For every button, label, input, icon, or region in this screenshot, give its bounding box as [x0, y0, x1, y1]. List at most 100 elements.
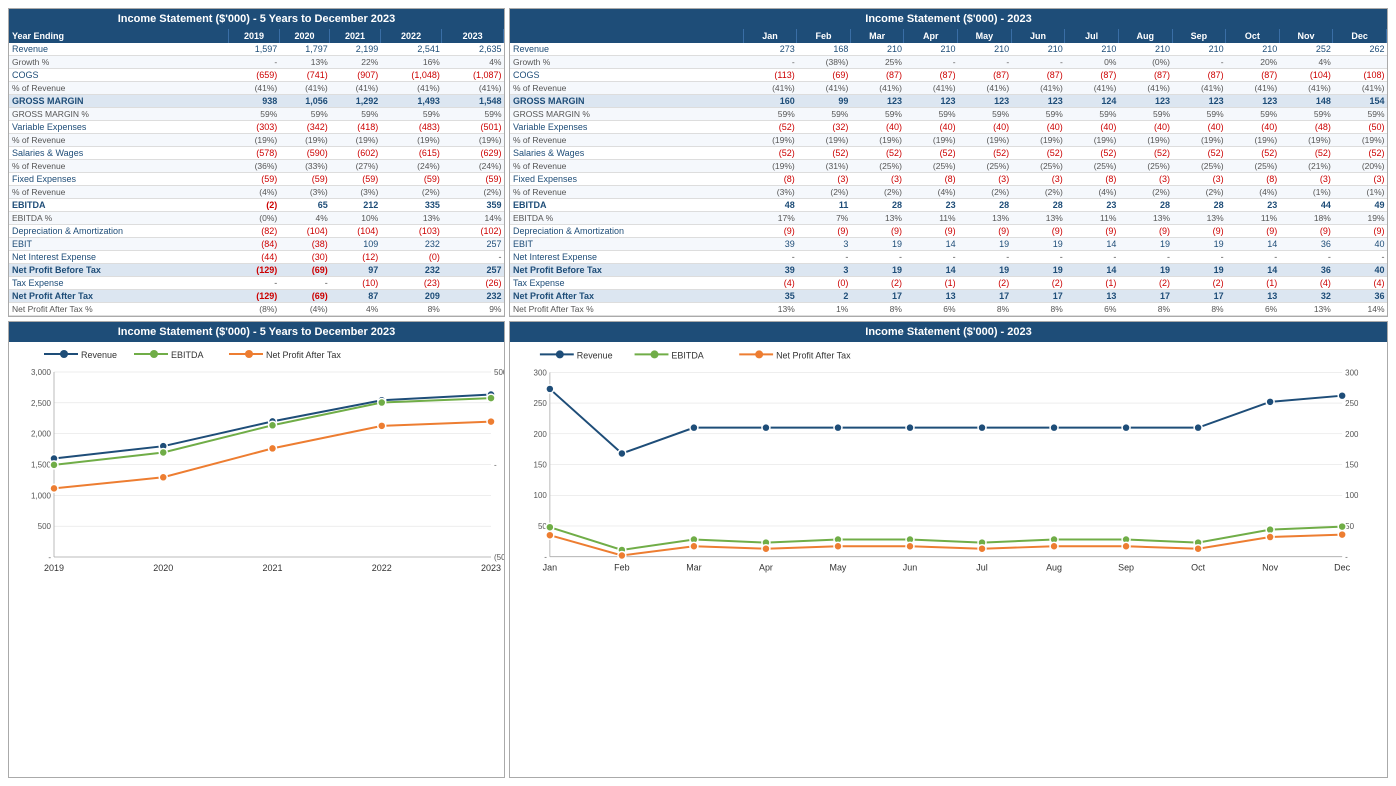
cell-value: (25%) [850, 160, 904, 173]
cell-value: 19% [1333, 212, 1387, 225]
cell-value: (25%) [958, 160, 1012, 173]
cell-value: 13% [958, 212, 1012, 225]
row-label: Fixed Expenses [9, 173, 229, 186]
cell-value: 8% [1172, 303, 1226, 316]
cell-value: - [1172, 56, 1226, 69]
cell-value: (2) [1172, 277, 1226, 290]
cell-value: 19 [958, 238, 1012, 251]
cell-value: 210 [850, 43, 904, 56]
col-header-3: Mar [850, 29, 904, 43]
cell-value: (38%) [797, 56, 851, 69]
cell-value: (0%) [229, 212, 280, 225]
cell-value: 59% [1118, 108, 1172, 121]
col-header-0: Year Ending [9, 29, 229, 43]
svg-text:EBITDA: EBITDA [671, 350, 703, 360]
cell-value: - [1279, 251, 1333, 264]
cell-value: (40) [1065, 121, 1119, 134]
cell-value: (23) [380, 277, 442, 290]
annual-chart-header: Income Statement ($'000) - 5 Years to De… [9, 322, 504, 342]
row-label: Net Profit Before Tax [9, 264, 229, 277]
cell-value: 11% [1226, 212, 1280, 225]
row-label: Depreciation & Amortization [9, 225, 229, 238]
cell-value: 28 [1118, 199, 1172, 212]
table-row: Growth %-13%22%16%4% [9, 56, 504, 69]
row-label: Variable Expenses [510, 121, 743, 134]
cell-value: - [1011, 251, 1065, 264]
cell-value: (104) [279, 225, 330, 238]
cell-value: (9) [850, 225, 904, 238]
cell-value: 59% [1172, 108, 1226, 121]
cell-value: (19%) [1226, 134, 1280, 147]
row-label: Revenue [9, 43, 229, 56]
svg-text:2,500: 2,500 [31, 399, 52, 408]
main-container: Income Statement ($'000) - 5 Years to De… [0, 0, 1396, 786]
cell-value: (1%) [1279, 186, 1333, 199]
cell-value: - [743, 56, 797, 69]
cell-value: 232 [442, 290, 504, 303]
svg-text:300: 300 [1345, 368, 1359, 377]
cell-value: (40) [1226, 121, 1280, 134]
cell-value: 1,292 [330, 95, 381, 108]
cell-value: 3 [797, 264, 851, 277]
cell-value: 36 [1333, 290, 1387, 303]
col-header-1: 2019 [229, 29, 280, 43]
cell-value: (113) [743, 69, 797, 82]
cell-value: (9) [1065, 225, 1119, 238]
cell-value: (4) [1333, 277, 1387, 290]
svg-text:250: 250 [1345, 399, 1359, 408]
cell-value: 97 [330, 264, 381, 277]
cell-value: 36 [1279, 238, 1333, 251]
cell-value: 160 [743, 95, 797, 108]
table-row: % of Revenue(19%)(19%)(19%)(19%)(19%)(19… [510, 134, 1387, 147]
cell-value: 44 [1279, 199, 1333, 212]
svg-text:300: 300 [534, 368, 548, 377]
table-row: Growth %-(38%)25%---0%(0%)-20%4% [510, 56, 1387, 69]
cell-value: (12) [330, 251, 381, 264]
cell-value: (501) [442, 121, 504, 134]
cell-value: - [229, 56, 280, 69]
row-label: Tax Expense [9, 277, 229, 290]
tables-row: Income Statement ($'000) - 5 Years to De… [8, 8, 1388, 317]
cell-value: (41%) [904, 82, 958, 95]
svg-text:100: 100 [534, 491, 548, 500]
col-header-11: Nov [1279, 29, 1333, 43]
monthly-chart-panel: Income Statement ($'000) - 2023 -5010015… [509, 321, 1388, 778]
col-header-9: Sep [1172, 29, 1226, 43]
cell-value: 14 [904, 238, 958, 251]
col-header-4: Apr [904, 29, 958, 43]
cell-value: 59% [229, 108, 280, 121]
cell-value: (9) [1118, 225, 1172, 238]
cell-value: (69) [797, 69, 851, 82]
cell-value: 209 [380, 290, 442, 303]
cell-value: (87) [1226, 69, 1280, 82]
cell-value: (41%) [1065, 82, 1119, 95]
cell-value: 28 [1172, 199, 1226, 212]
cell-value: 212 [330, 199, 381, 212]
cell-value: 59% [958, 108, 1012, 121]
cell-value: (9) [1226, 225, 1280, 238]
cell-value: 14% [442, 212, 504, 225]
cell-value: (4) [743, 277, 797, 290]
cell-value: (104) [1279, 69, 1333, 82]
cell-value: 14 [1226, 238, 1280, 251]
cell-value: 17 [850, 290, 904, 303]
row-label: % of Revenue [9, 82, 229, 95]
cell-value: (84) [229, 238, 280, 251]
cell-value: 13% [279, 56, 330, 69]
cell-value: 87 [330, 290, 381, 303]
col-header-8: Aug [1118, 29, 1172, 43]
cell-value: (1%) [1333, 186, 1387, 199]
cell-value: (2) [1011, 277, 1065, 290]
table-row: Tax Expense--(10)(23)(26) [9, 277, 504, 290]
cell-value: (87) [958, 69, 1012, 82]
cell-value: (483) [380, 121, 442, 134]
table-row: Salaries & Wages(578)(590)(602)(615)(629… [9, 147, 504, 160]
cell-value: (40) [1118, 121, 1172, 134]
cell-value: 13% [1011, 212, 1065, 225]
cell-value: (2%) [958, 186, 1012, 199]
cell-value: (41%) [1226, 82, 1280, 95]
cell-value: 39 [743, 264, 797, 277]
cell-value: 17 [1118, 290, 1172, 303]
cell-value: 8% [958, 303, 1012, 316]
cell-value: (741) [279, 69, 330, 82]
